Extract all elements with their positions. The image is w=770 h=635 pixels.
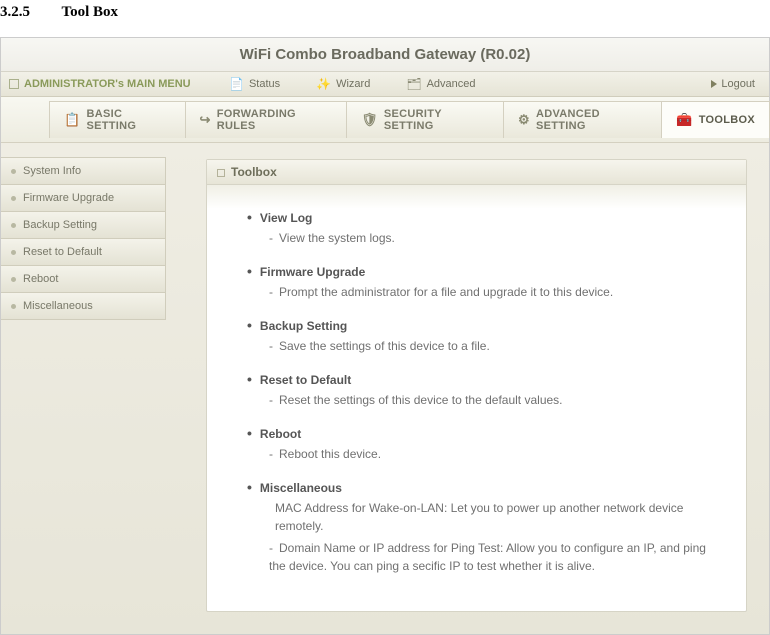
basic-setting-icon: 📋	[64, 112, 81, 128]
body-area: System Info Firmware Upgrade Backup Settin…	[1, 143, 769, 634]
bullet-icon	[11, 169, 16, 174]
admin-icon	[9, 79, 19, 89]
admin-menu-label: ADMINISTRATOR's MAIN MENU	[1, 78, 211, 90]
toolbox-entry: View Log View the system logs.	[247, 209, 716, 247]
toolbox-icon: 🧰	[676, 112, 693, 128]
toolbox-entry-desc: Reboot this device.	[247, 445, 716, 463]
doc-section-heading: 3.2.5 Tool Box	[0, 0, 770, 37]
bullet-icon	[11, 277, 16, 282]
sidebar-item-label: Backup Setting	[23, 219, 97, 231]
tab-forwarding-rules[interactable]: ↪FORWARDING RULES	[185, 101, 348, 138]
panel-header: Toolbox	[207, 160, 746, 185]
advanced-icon: 🗂	[406, 77, 421, 91]
menu-status[interactable]: 📄Status	[211, 77, 298, 91]
advanced-setting-icon: ⚙	[518, 112, 530, 128]
toolbox-entry-title[interactable]: Backup Setting	[247, 317, 716, 333]
toolbox-entry: Reset to Default Reset the settings of th…	[247, 371, 716, 409]
main-menu-bar: ADMINISTRATOR's MAIN MENU 📄Status ✨Wizar…	[1, 72, 769, 97]
bullet-icon	[11, 223, 16, 228]
sidebar-item[interactable]: Backup Setting	[1, 212, 166, 239]
section-title: Tool Box	[61, 4, 118, 20]
window-header: WiFi Combo Broadband Gateway (R0.02)	[1, 38, 769, 72]
panel-title: Toolbox	[231, 165, 277, 179]
bullet-icon	[11, 250, 16, 255]
toolbox-entry-title[interactable]: Miscellaneous	[247, 479, 716, 495]
sidebar: System Info Firmware Upgrade Backup Settin…	[1, 143, 166, 634]
toolbox-entry: Miscellaneous MAC Address for Wake-on-LAN…	[247, 479, 716, 575]
toolbox-entry-title[interactable]: View Log	[247, 209, 716, 225]
sidebar-item-label: Reboot	[23, 273, 58, 285]
toolbox-entry-desc: Domain Name or IP address for Ping Test:…	[247, 539, 716, 575]
bullet-icon	[11, 304, 16, 309]
toolbox-entry-title[interactable]: Reboot	[247, 425, 716, 441]
toolbox-entry-desc: Reset the settings of this device to the…	[247, 391, 716, 409]
menu-advanced[interactable]: 🗂Advanced	[388, 77, 493, 91]
toolbox-entry: Backup Setting Save the settings of this …	[247, 317, 716, 355]
toolbox-entry-desc: Prompt the administrator for a file and …	[247, 283, 716, 301]
toolbox-entry-desc: MAC Address for Wake-on-LAN: Let you to …	[247, 499, 716, 535]
status-icon: 📄	[229, 77, 244, 91]
panel-body: View Log View the system logs. Firmware Up…	[207, 209, 746, 611]
tab-advanced-setting[interactable]: ⚙ADVANCED SETTING	[503, 101, 662, 138]
tab-basic-setting[interactable]: 📋BASIC SETTING	[49, 101, 186, 138]
tab-security-setting[interactable]: 🛡SECURITY SETTING	[346, 101, 504, 138]
security-icon: 🛡	[361, 112, 378, 128]
bullet-icon	[11, 196, 16, 201]
tab-toolbox[interactable]: 🧰TOOLBOX	[661, 101, 770, 138]
toolbox-entry-desc: View the system logs.	[247, 229, 716, 247]
toolbox-entry: Reboot Reboot this device.	[247, 425, 716, 463]
section-number: 3.2.5	[0, 4, 30, 20]
tab-bar: 📋BASIC SETTING ↪FORWARDING RULES 🛡SECURI…	[1, 97, 769, 143]
sidebar-item[interactable]: Reboot	[1, 266, 166, 293]
sidebar-item-label: Miscellaneous	[23, 300, 93, 312]
forwarding-icon: ↪	[200, 112, 211, 128]
wizard-icon: ✨	[316, 77, 331, 91]
sidebar-item[interactable]: Miscellaneous	[1, 293, 166, 320]
router-admin-window: WiFi Combo Broadband Gateway (R0.02) ADM…	[0, 37, 770, 635]
toolbox-entry: Firmware Upgrade Prompt the administrator…	[247, 263, 716, 301]
menu-logout[interactable]: Logout	[711, 78, 769, 90]
toolbox-entry-title[interactable]: Firmware Upgrade	[247, 263, 716, 279]
sidebar-item[interactable]: System Info	[1, 157, 166, 185]
sidebar-item-label: Reset to Default	[23, 246, 102, 258]
panel-gradient	[207, 185, 746, 209]
toolbox-entry-desc: Save the settings of this device to a fi…	[247, 337, 716, 355]
sidebar-item-label: System Info	[23, 165, 81, 177]
sidebar-item-label: Firmware Upgrade	[23, 192, 114, 204]
logout-arrow-icon	[711, 80, 717, 88]
panel-header-icon	[217, 169, 225, 177]
toolbox-panel: Toolbox View Log View the system logs. Fir…	[206, 159, 747, 612]
sidebar-item[interactable]: Reset to Default	[1, 239, 166, 266]
device-title: WiFi Combo Broadband Gateway (R0.02)	[240, 46, 531, 63]
content-area: Toolbox View Log View the system logs. Fir…	[166, 143, 769, 634]
toolbox-entry-title[interactable]: Reset to Default	[247, 371, 716, 387]
sidebar-item[interactable]: Firmware Upgrade	[1, 185, 166, 212]
menu-wizard[interactable]: ✨Wizard	[298, 77, 388, 91]
